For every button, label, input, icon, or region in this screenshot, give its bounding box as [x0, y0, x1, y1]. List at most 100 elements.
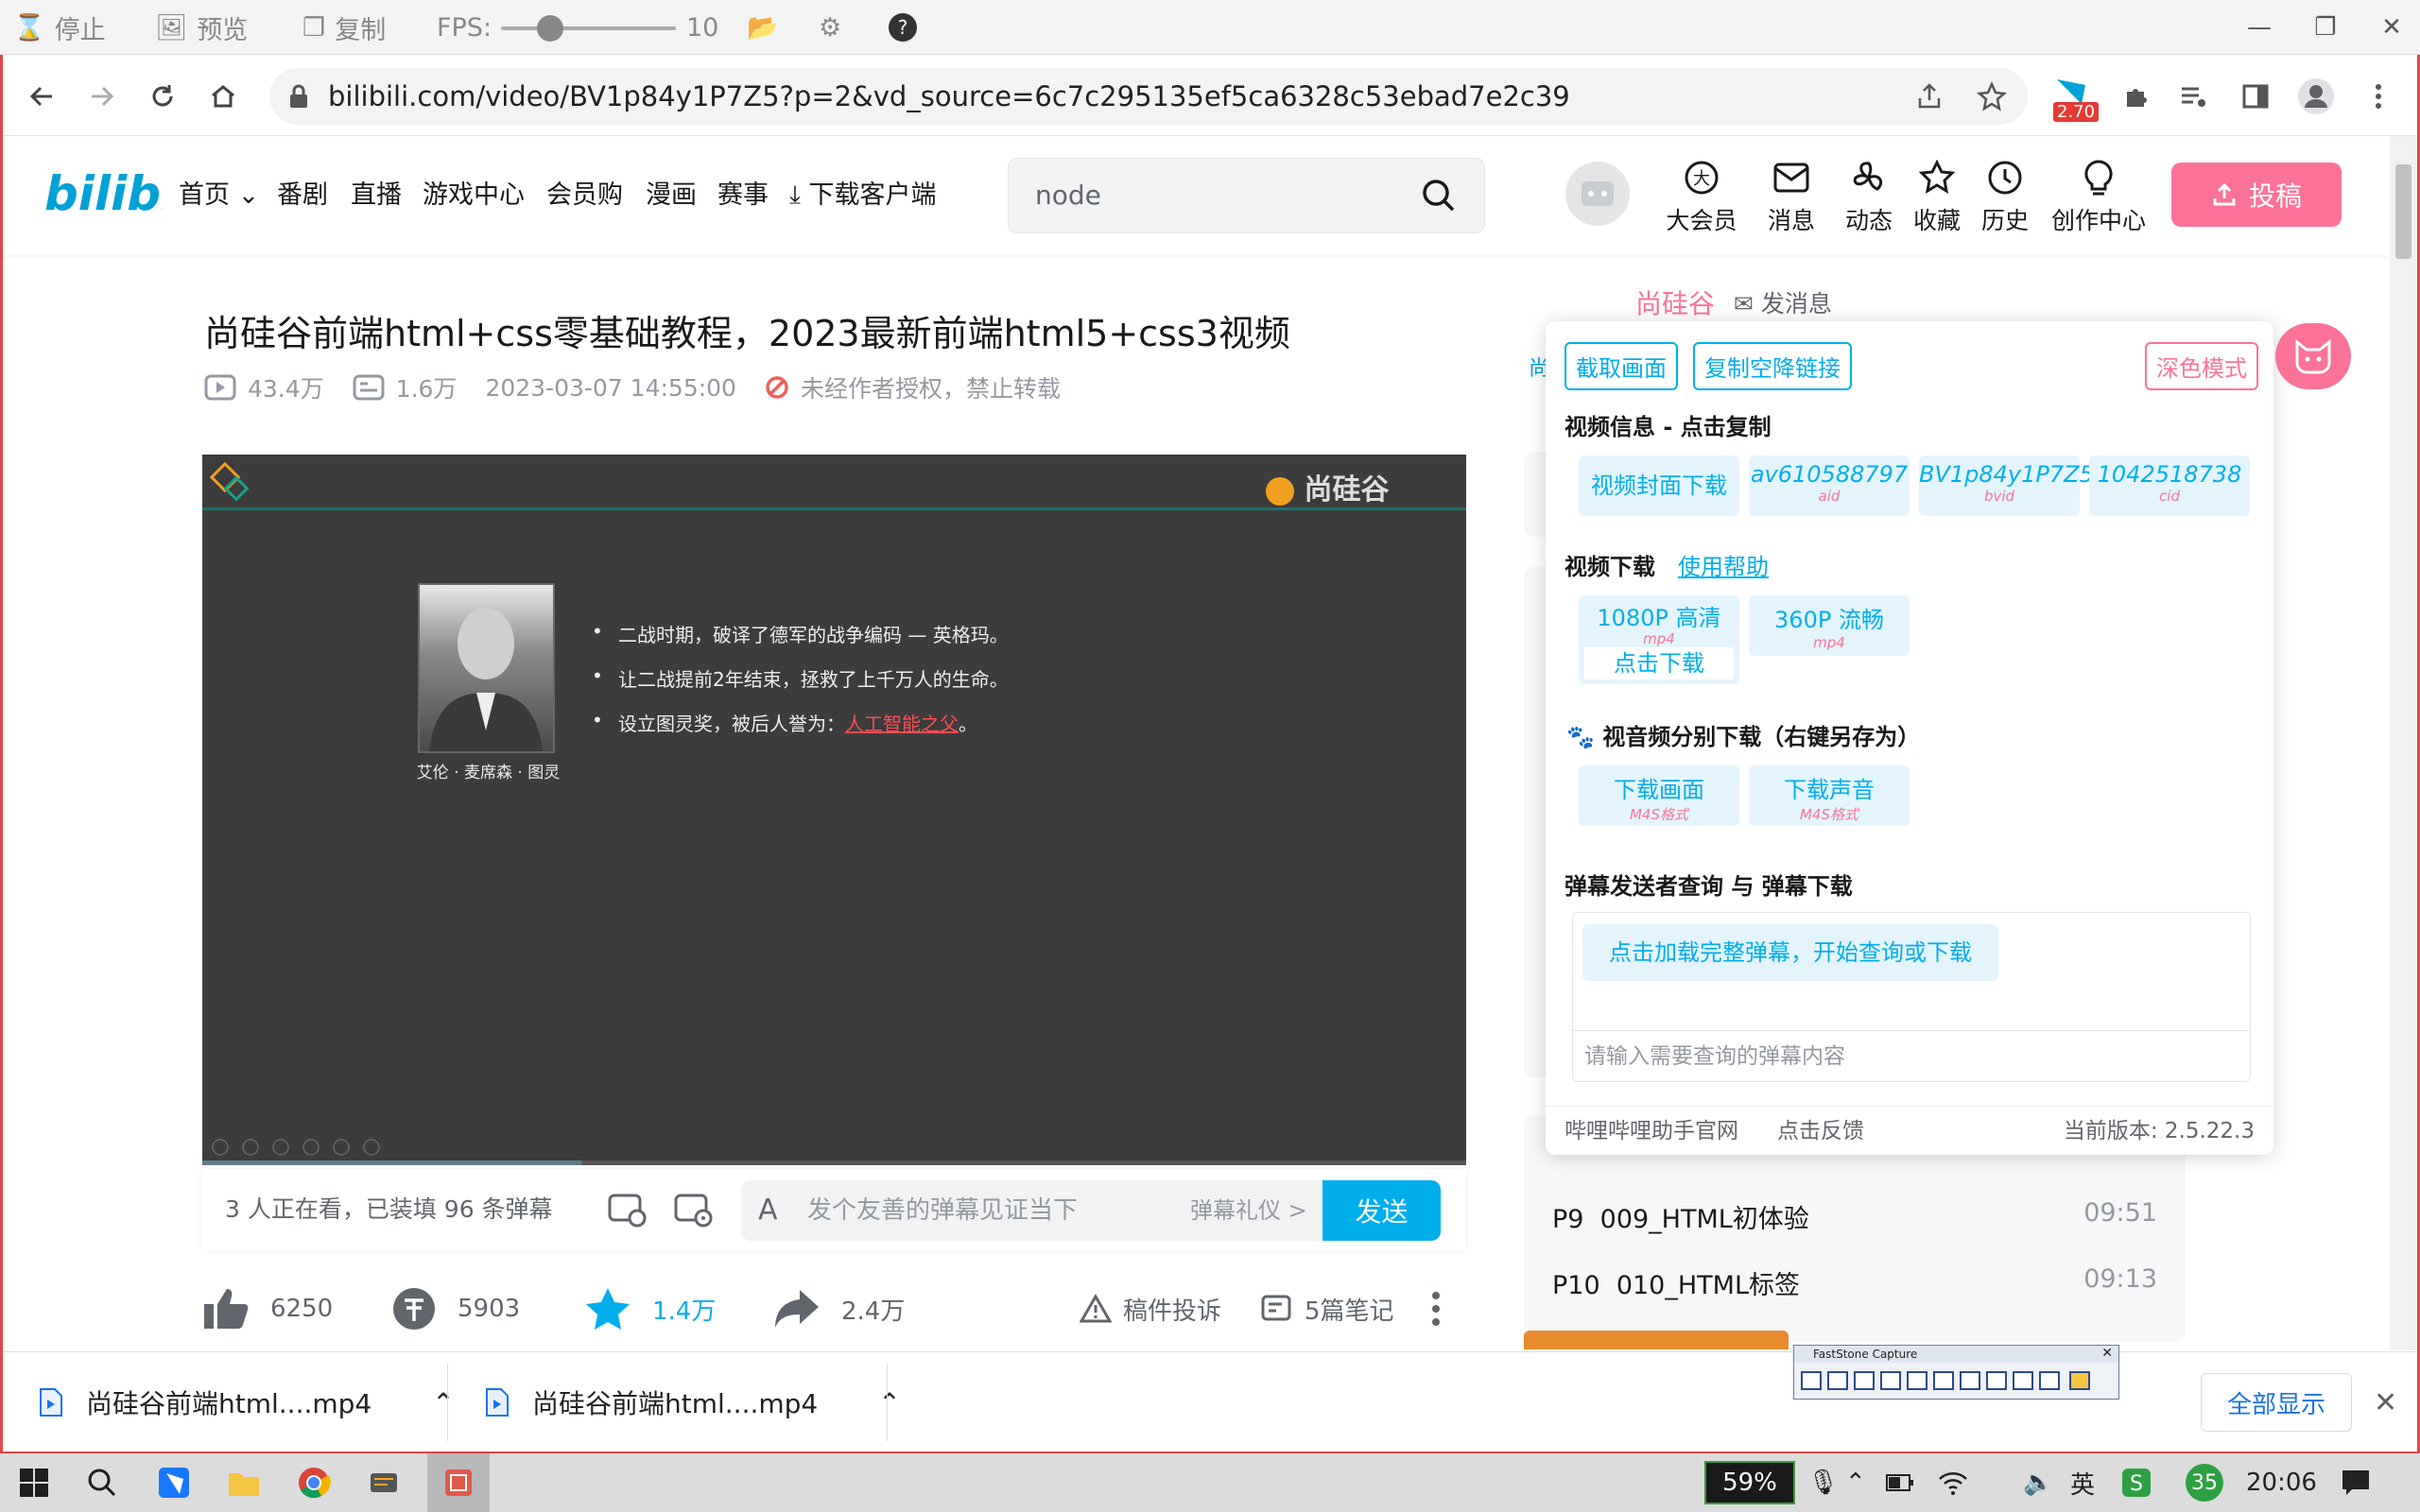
nav-shop[interactable]: 会员购	[546, 136, 623, 255]
search-box[interactable]: node	[1008, 158, 1485, 233]
load-danmaku-button[interactable]: 点击加载完整弹幕，开始查询或下载	[1582, 924, 1998, 981]
gear-icon[interactable]: ⚙	[819, 0, 841, 55]
back-icon[interactable]	[13, 68, 70, 125]
battery-percent[interactable]: 59%	[1704, 1461, 1795, 1504]
power-icon[interactable]	[1885, 1453, 1915, 1512]
share-button[interactable]: 2.4万	[773, 1276, 905, 1342]
lock-icon[interactable]	[288, 83, 309, 110]
taskbar-search-icon[interactable]	[87, 1453, 117, 1512]
coin-button[interactable]: 5903	[391, 1276, 520, 1342]
show-all-downloads-button[interactable]: 全部显示	[2201, 1373, 2352, 1432]
home-icon[interactable]	[195, 68, 251, 125]
report-button[interactable]: 稿件投诉	[1080, 1276, 1221, 1342]
capture-tools-icons[interactable]	[1800, 1368, 2112, 1395]
danmaku-query-input[interactable]: 请输入需要查询的弹幕内容	[1573, 1030, 2250, 1081]
like-button[interactable]: 6250	[202, 1276, 333, 1342]
download-360p-card[interactable]: 360P 流畅 mp4	[1749, 595, 1910, 656]
playlist-item[interactable]: P9 009_HTML初体验 09:51	[1552, 1198, 2157, 1235]
extension-video-icon[interactable]: 2.70	[2053, 76, 2100, 125]
reload-icon[interactable]	[134, 68, 191, 125]
close-window-button[interactable]: ✕	[2354, 0, 2420, 55]
text-style-icon[interactable]: A	[758, 1194, 778, 1227]
cover-download-card[interactable]: 视频封面下载	[1579, 455, 1739, 516]
chevron-up-icon[interactable]: ⌃	[432, 1387, 454, 1418]
download-1080p-card[interactable]: 1080P 高清 mp4 点击下载	[1579, 595, 1739, 684]
mic-icon[interactable]: 🎙	[1807, 1453, 1839, 1512]
download-video-stream-card[interactable]: 下载画面 M4S格式	[1579, 765, 1739, 826]
danmaku-toggle-icon[interactable]	[607, 1188, 648, 1229]
send-button[interactable]: 发送	[1322, 1180, 1441, 1241]
taskbar-capture-app-icon[interactable]	[427, 1453, 490, 1512]
recommend-thumbnail[interactable]	[1524, 1331, 1789, 1349]
omnibox[interactable]: bilibili.com/video/BV1p84y1P7Z5?p=2&vd_s…	[269, 68, 2028, 125]
video-progress-bar[interactable]	[202, 1160, 1466, 1165]
restore-button[interactable]: ❐	[2288, 0, 2363, 55]
taskbar-editor-icon[interactable]	[367, 1453, 401, 1512]
download-item-2[interactable]: 尚硅谷前端html....mp4 ⌃	[485, 1352, 901, 1452]
dark-mode-button[interactable]: 深色模式	[2145, 342, 2258, 390]
notification-count-badge[interactable]: 35	[2186, 1464, 2223, 1502]
creator-center-button[interactable]: 创作中心	[2042, 159, 2155, 236]
minimize-button[interactable]: —	[2221, 0, 2297, 55]
close-downloads-icon[interactable]: ✕	[2374, 1352, 2397, 1452]
ime-indicator[interactable]: 英	[2070, 1453, 2095, 1512]
copy-timestamp-link-button[interactable]: 复制空降链接	[1693, 342, 1852, 390]
action-center-icon[interactable]	[2341, 1453, 2371, 1512]
uploader-name[interactable]: 尚硅谷	[1635, 284, 1715, 321]
nav-download-client[interactable]: ⤓ 下载客户端	[789, 136, 937, 255]
nav-game-center[interactable]: 游戏中心	[423, 136, 525, 255]
page-scrollbar[interactable]	[2390, 136, 2417, 1350]
fps-slider-track[interactable]	[501, 26, 676, 30]
nav-home[interactable]: 首页 ⌄	[179, 136, 259, 255]
bilibili-logo[interactable]: bilibili	[44, 164, 163, 223]
playlist-item[interactable]: P10 010_HTML标签 09:13	[1552, 1264, 2157, 1301]
stop-button[interactable]: ⌛ 停止	[13, 0, 106, 55]
favorite-button[interactable]: 1.4万	[584, 1276, 716, 1342]
nav-esports[interactable]: 赛事	[717, 136, 769, 255]
user-avatar[interactable]	[1564, 161, 1631, 227]
download-item-1[interactable]: 尚硅谷前端html....mp4 ⌃	[39, 1352, 455, 1452]
taskbar-chrome-icon[interactable]	[297, 1453, 331, 1512]
preview-button[interactable]: 🖼 预览	[155, 0, 248, 55]
media-queue-icon[interactable]	[2165, 68, 2221, 125]
upload-button[interactable]: 投稿	[2171, 163, 2342, 227]
faststone-capture-widget[interactable]: FastStone Capture ✕	[1793, 1345, 2119, 1400]
send-message-button[interactable]: ✉ 发消息	[1734, 285, 1832, 319]
vip-button[interactable]: 大 大会员	[1659, 159, 1744, 236]
cid-card[interactable]: 1042518738 cid	[2089, 455, 2250, 516]
browser-menu-icon[interactable]	[2350, 68, 2407, 125]
chevron-up-icon[interactable]: ⌃	[878, 1387, 900, 1418]
help-icon[interactable]: ?	[887, 0, 919, 55]
aid-card[interactable]: av610588797 aid	[1749, 455, 1910, 516]
messages-button[interactable]: 消息	[1749, 159, 1834, 236]
nav-manga[interactable]: 漫画	[646, 136, 697, 255]
nav-bangumi[interactable]: 番剧	[277, 136, 328, 255]
helper-site-link[interactable]: 哔哩哔哩助手官网	[1564, 1107, 1738, 1156]
scrollbar-thumb[interactable]	[2395, 164, 2411, 259]
faststone-close-icon[interactable]: ✕	[2101, 1346, 2113, 1361]
slide-controls[interactable]	[210, 1137, 399, 1158]
help-link[interactable]: 使用帮助	[1678, 548, 1769, 581]
nav-live[interactable]: 直播	[351, 136, 402, 255]
star-bookmark-icon[interactable]	[1977, 81, 2007, 112]
windows-start-icon[interactable]	[19, 1453, 49, 1512]
helper-toggle-button[interactable]	[2275, 323, 2351, 389]
folder-icon[interactable]: 📂	[747, 0, 779, 55]
puzzle-extensions-icon[interactable]	[2108, 68, 2165, 125]
more-options-icon[interactable]	[1431, 1276, 1441, 1342]
share-icon[interactable]	[1914, 81, 1945, 112]
capture-frame-button[interactable]: 截取画面	[1564, 342, 1678, 390]
forward-icon[interactable]	[74, 68, 130, 125]
search-icon[interactable]	[1421, 178, 1457, 214]
wifi-icon[interactable]	[1938, 1453, 1968, 1512]
taskbar-explorer-icon[interactable]	[227, 1453, 261, 1512]
volume-icon[interactable]: 🔈	[2023, 1453, 2053, 1512]
notes-button[interactable]: 5篇笔记	[1261, 1276, 1394, 1342]
s-app-icon[interactable]: S	[2121, 1453, 2152, 1512]
taskbar-app-video-icon[interactable]	[157, 1453, 191, 1512]
fps-slider-handle[interactable]	[537, 15, 563, 42]
download-audio-stream-card[interactable]: 下载声音 M4S格式	[1749, 765, 1910, 826]
clock-time[interactable]: 20:06	[2246, 1453, 2317, 1512]
search-input[interactable]: node	[1035, 159, 1101, 232]
danmaku-etiquette-link[interactable]: 弹幕礼仪 >	[1190, 1180, 1307, 1241]
